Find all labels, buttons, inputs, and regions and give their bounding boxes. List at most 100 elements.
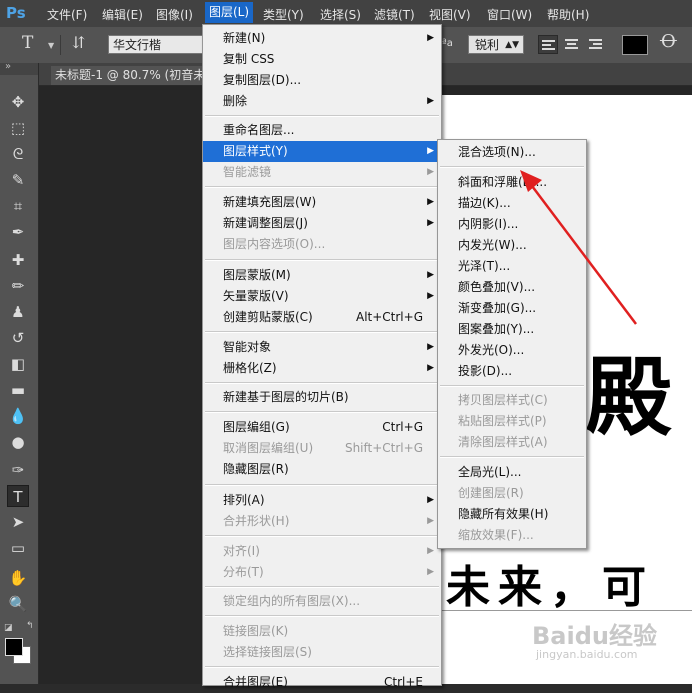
menu-bar: Ps 文件(F) 编辑(E) 图像(I) 图层(L) 类型(Y) 选择(S) 滤… <box>0 0 692 27</box>
menu-item-combine-shapes[interactable]: 合并形状(H) ▶ <box>203 511 441 532</box>
menu-item-new[interactable]: 新建(N) ▶ <box>203 28 441 49</box>
menu-item-new-fill-layer[interactable]: 新建填充图层(W) ▶ <box>203 192 441 213</box>
menu-item-merge-layers[interactable]: 合并图层(E) Ctrl+E <box>203 672 441 693</box>
blur-tool-icon[interactable]: 💧 <box>7 405 29 427</box>
submenu-arrow-icon: ▶ <box>427 218 434 228</box>
menu-item-delete[interactable]: 删除 ▶ <box>203 91 441 112</box>
align-center-button[interactable] <box>562 35 582 54</box>
submenu-item-bevel-emboss[interactable]: 斜面和浮雕(B)... <box>438 172 586 193</box>
brush-tool-icon[interactable]: ✏ <box>7 275 29 297</box>
menu-view[interactable]: 视图(V) <box>429 6 471 23</box>
layer-style-submenu: 混合选项(N)... 斜面和浮雕(B)... 描边(K)... 内阴影(I)..… <box>437 139 587 549</box>
menu-select[interactable]: 选择(S) <box>320 6 361 23</box>
submenu-item-drop-shadow[interactable]: 投影(D)... <box>438 361 586 382</box>
lasso-tool-icon[interactable]: ᘓ <box>7 143 29 165</box>
eraser-tool-icon[interactable]: ◧ <box>7 353 29 375</box>
menu-item-create-clipping-mask[interactable]: 创建剪贴蒙版(C) Alt+Ctrl+G <box>203 307 441 328</box>
swap-colors-icon[interactable]: ↰ <box>26 621 34 631</box>
quick-selection-tool-icon[interactable]: ✎ <box>7 169 29 191</box>
menu-item-new-layer-based-slice[interactable]: 新建基于图层的切片(B) <box>203 387 441 408</box>
rectangle-tool-icon[interactable]: ▭ <box>7 537 29 559</box>
menu-window[interactable]: 窗口(W) <box>487 6 532 23</box>
menu-item-layer-content-options[interactable]: 图层内容选项(O)... <box>203 234 441 255</box>
menu-item-vector-mask[interactable]: 矢量蒙版(V) ▶ <box>203 286 441 307</box>
eyedropper-tool-icon[interactable]: ✒ <box>7 221 29 243</box>
menu-file[interactable]: 文件(F) <box>47 6 87 23</box>
panel-collapse-handle[interactable]: » <box>0 61 38 75</box>
menu-item-group-layers[interactable]: 图层编组(G) Ctrl+G <box>203 417 441 438</box>
menu-help[interactable]: 帮助(H) <box>547 6 589 23</box>
menu-layer[interactable]: 图层(L) <box>205 2 254 23</box>
submenu-item-inner-glow[interactable]: 内发光(W)... <box>438 235 586 256</box>
path-selection-tool-icon[interactable]: ➤ <box>7 511 29 533</box>
menu-item-select-linked-layers[interactable]: 选择链接图层(S) <box>203 642 441 663</box>
pen-tool-icon[interactable]: ✑ <box>7 459 29 481</box>
antialias-select[interactable]: 锐利 ▲▼ <box>468 35 524 54</box>
menu-type[interactable]: 类型(Y) <box>263 6 304 23</box>
antialias-value: 锐利 <box>475 38 500 52</box>
submenu-item-hide-all-effects[interactable]: 隐藏所有效果(H) <box>438 504 586 525</box>
clone-stamp-tool-icon[interactable]: ♟ <box>7 301 29 323</box>
text-color-swatch[interactable] <box>622 35 648 55</box>
toggle-orientation-icon[interactable]: ⇵ <box>72 33 85 52</box>
menu-item-layer-mask[interactable]: 图层蒙版(M) ▶ <box>203 265 441 286</box>
submenu-item-paste-layer-style[interactable]: 粘贴图层样式(P) <box>438 411 586 432</box>
submenu-item-satin[interactable]: 光泽(T)... <box>438 256 586 277</box>
menu-item-layer-style[interactable]: 图层样式(Y) ▶ <box>203 141 441 162</box>
crop-tool-icon[interactable]: ⌗ <box>7 195 29 217</box>
menu-item-smart-object[interactable]: 智能对象 ▶ <box>203 337 441 358</box>
healing-brush-tool-icon[interactable]: ✚ <box>7 249 29 271</box>
menu-item-rasterize[interactable]: 栅格化(Z) ▶ <box>203 358 441 379</box>
menu-item-align[interactable]: 对齐(I) ▶ <box>203 541 441 562</box>
menu-item-hide-layers[interactable]: 隐藏图层(R) <box>203 459 441 480</box>
zoom-tool-icon[interactable]: 🔍 <box>7 593 29 615</box>
menu-image[interactable]: 图像(I) <box>156 6 193 23</box>
submenu-item-stroke[interactable]: 描边(K)... <box>438 193 586 214</box>
dodge-tool-icon[interactable]: ● <box>7 431 29 453</box>
submenu-item-color-overlay[interactable]: 颜色叠加(V)... <box>438 277 586 298</box>
menu-item-rename-layer[interactable]: 重命名图层... <box>203 120 441 141</box>
canvas-guide-line <box>440 610 692 611</box>
submenu-arrow-icon: ▶ <box>427 146 434 156</box>
submenu-item-clear-layer-style[interactable]: 清除图层样式(A) <box>438 432 586 453</box>
type-tool-icon[interactable]: T <box>7 485 29 507</box>
menu-item-copy-css[interactable]: 复制 CSS <box>203 49 441 70</box>
submenu-item-copy-layer-style[interactable]: 拷贝图层样式(C) <box>438 390 586 411</box>
menu-item-new-adjustment-layer[interactable]: 新建调整图层(J) ▶ <box>203 213 441 234</box>
menu-filter[interactable]: 滤镜(T) <box>374 6 415 23</box>
default-colors-icon[interactable]: ◪ <box>4 623 13 633</box>
menu-item-smart-filter[interactable]: 智能滤镜 ▶ <box>203 162 441 183</box>
submenu-item-outer-glow[interactable]: 外发光(O)... <box>438 340 586 361</box>
submenu-item-scale-effects[interactable]: 缩放效果(F)... <box>438 525 586 546</box>
submenu-arrow-icon: ▶ <box>427 363 434 373</box>
marquee-tool-icon[interactable]: ⬚ <box>7 117 29 139</box>
menu-edit[interactable]: 编辑(E) <box>102 6 143 23</box>
gradient-tool-icon[interactable]: ▬ <box>7 379 29 401</box>
menu-item-distribute[interactable]: 分布(T) ▶ <box>203 562 441 583</box>
align-right-button[interactable] <box>586 35 606 54</box>
menu-item-duplicate-layer[interactable]: 复制图层(D)... <box>203 70 441 91</box>
foreground-color-swatch[interactable] <box>5 638 23 656</box>
move-tool-icon[interactable]: ✥ <box>7 91 29 113</box>
submenu-item-pattern-overlay[interactable]: 图案叠加(Y)... <box>438 319 586 340</box>
submenu-arrow-icon: ▶ <box>427 495 434 505</box>
warp-text-icon[interactable]: Ꝋ <box>660 31 677 52</box>
menu-item-link-layers[interactable]: 链接图层(K) <box>203 621 441 642</box>
menu-separator <box>205 331 439 333</box>
submenu-item-blending-options[interactable]: 混合选项(N)... <box>438 142 586 163</box>
hand-tool-icon[interactable]: ✋ <box>7 567 29 589</box>
align-left-button[interactable] <box>538 35 558 54</box>
menu-item-arrange[interactable]: 排列(A) ▶ <box>203 490 441 511</box>
type-tool-icon[interactable]: T <box>22 33 33 53</box>
menu-separator <box>440 456 584 458</box>
menu-item-lock-all-layers-in-group[interactable]: 锁定组内的所有图层(X)... <box>203 591 441 612</box>
submenu-item-global-light[interactable]: 全局光(L)... <box>438 462 586 483</box>
font-family-field[interactable]: 华文行楷 <box>108 35 204 54</box>
tool-preset-caret-icon[interactable]: ▼ <box>48 41 54 50</box>
menu-item-ungroup-layers[interactable]: 取消图层编组(U) Shift+Ctrl+G <box>203 438 441 459</box>
submenu-item-create-layer[interactable]: 创建图层(R) <box>438 483 586 504</box>
history-brush-tool-icon[interactable]: ↺ <box>7 327 29 349</box>
menu-separator <box>205 535 439 537</box>
submenu-item-gradient-overlay[interactable]: 渐变叠加(G)... <box>438 298 586 319</box>
submenu-item-inner-shadow[interactable]: 内阴影(I)... <box>438 214 586 235</box>
